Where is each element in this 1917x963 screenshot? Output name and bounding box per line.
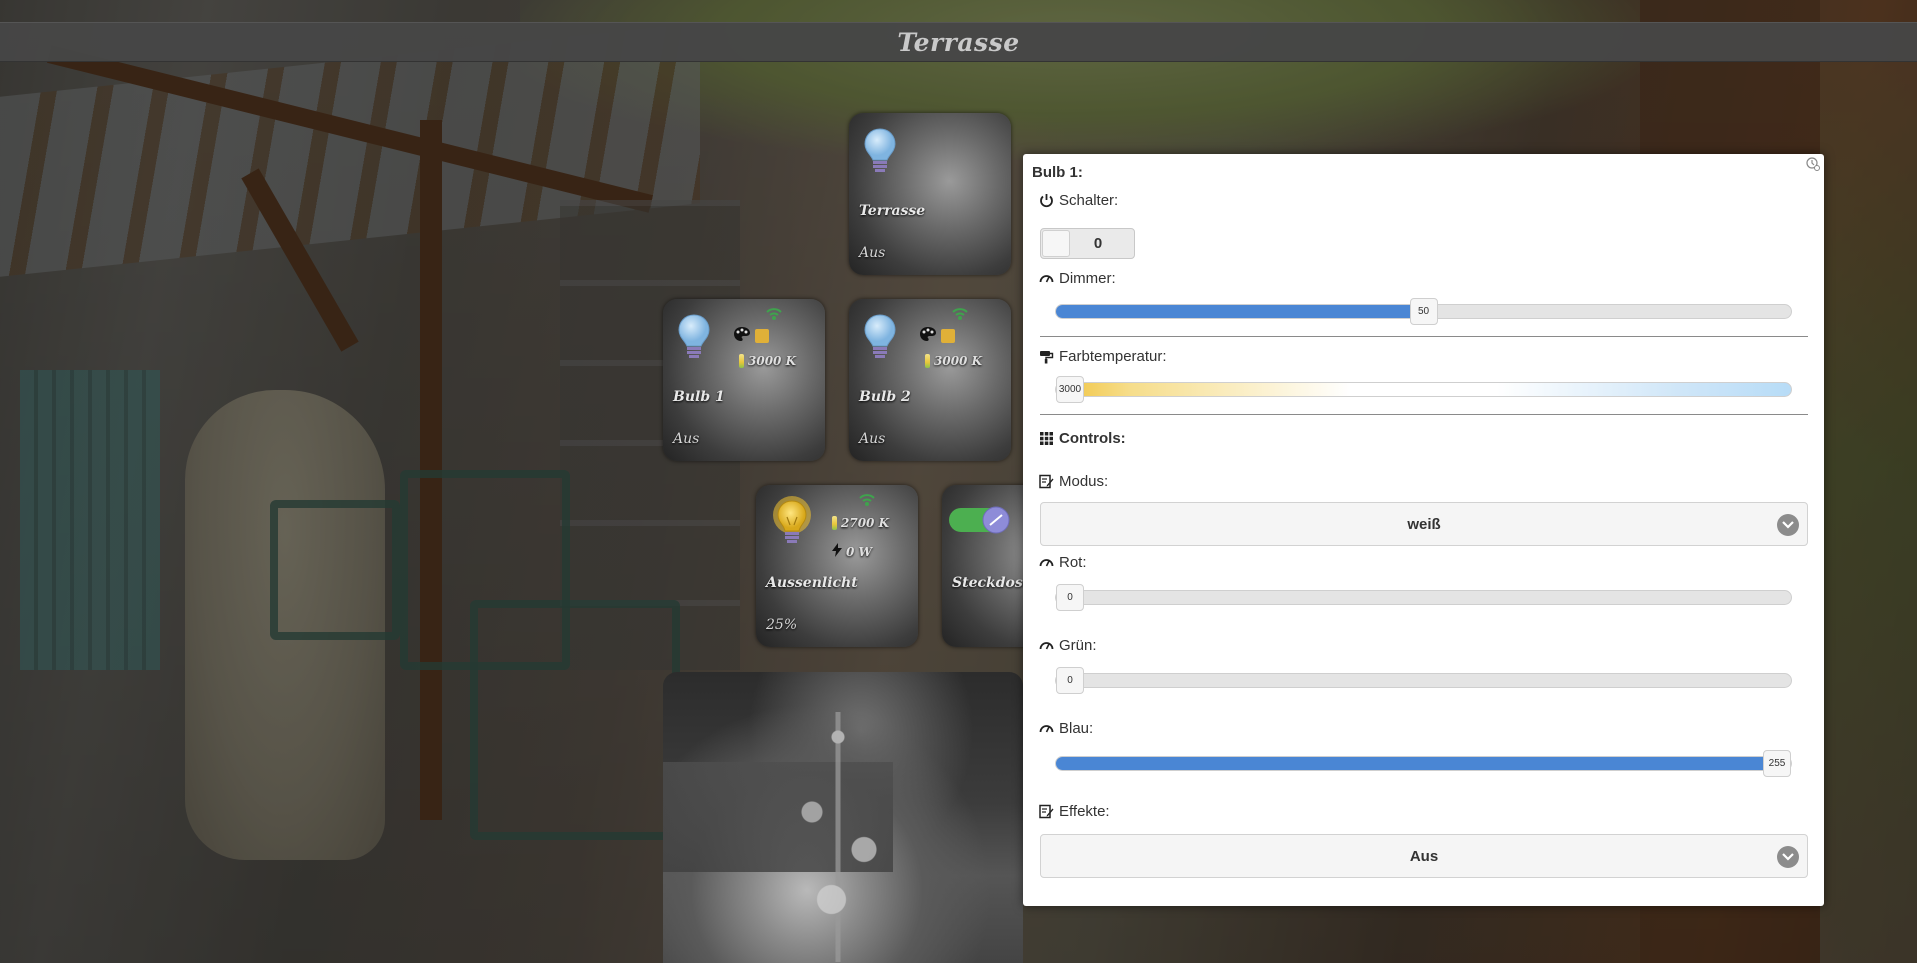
grid-icon xyxy=(1039,431,1054,446)
blau-label: Blau: xyxy=(1059,720,1094,737)
divider xyxy=(1040,414,1808,415)
camera-feed[interactable] xyxy=(663,672,1023,963)
palette-icon xyxy=(733,326,751,345)
gauge-icon xyxy=(1039,271,1054,286)
modus-select[interactable]: weiß xyxy=(1040,502,1808,546)
gauge-icon xyxy=(1039,555,1054,570)
tile-temperature: 3000 K xyxy=(934,354,983,368)
gauge-icon xyxy=(1039,721,1054,736)
color-swatch xyxy=(941,328,955,343)
tile-temperature: 3000 K xyxy=(748,354,797,368)
blau-label-row: Blau: xyxy=(1039,720,1093,737)
close-icon[interactable] xyxy=(1806,157,1820,171)
page-title: Terrasse xyxy=(897,27,1020,57)
effekte-label-row: Effekte: xyxy=(1039,803,1110,820)
slider-fill xyxy=(1056,757,1791,770)
lightning-icon xyxy=(832,543,842,560)
tile-bulb-2[interactable]: 3000 K Bulb 2 Aus xyxy=(849,299,1011,461)
controls-label: Controls: xyxy=(1059,430,1126,447)
gauge-icon xyxy=(1039,638,1054,653)
toggle-switch-icon xyxy=(948,505,1012,540)
rot-label: Rot: xyxy=(1059,554,1087,571)
schalter-switch[interactable]: 0 xyxy=(1040,228,1135,259)
farbtemperatur-slider[interactable]: 3000 xyxy=(1055,376,1792,403)
effekte-select[interactable]: Aus xyxy=(1040,834,1808,878)
lightbulb-off-icon xyxy=(863,313,897,364)
dimmer-slider[interactable]: 50 xyxy=(1055,298,1792,325)
farbtemperatur-label: Farbtemperatur: xyxy=(1059,348,1167,365)
chevron-down-icon[interactable] xyxy=(1777,846,1799,868)
thermometer-icon xyxy=(832,516,837,530)
tile-state: Aus xyxy=(859,245,886,261)
thermometer-icon xyxy=(739,354,744,368)
schalter-label-row: Schalter: xyxy=(1039,192,1118,209)
power-icon xyxy=(1039,193,1054,208)
wifi-icon xyxy=(766,307,782,326)
paint-roller-icon xyxy=(1039,349,1054,364)
tile-temperature: 2700 K xyxy=(841,516,890,530)
edit-icon xyxy=(1039,474,1054,489)
schalter-value: 0 xyxy=(1093,235,1103,252)
slider-handle[interactable]: 0 xyxy=(1056,584,1084,611)
edit-icon xyxy=(1039,804,1054,819)
tile-name: Aussenlicht xyxy=(766,575,858,591)
gruen-slider[interactable]: 0 xyxy=(1055,667,1792,694)
gruen-label: Grün: xyxy=(1059,637,1097,654)
modus-selected: weiß xyxy=(1407,515,1441,533)
tile-state: Aus xyxy=(673,431,700,447)
controls-label-row: Controls: xyxy=(1039,430,1126,447)
blau-slider[interactable]: 255 xyxy=(1055,750,1792,777)
tile-state: Aus xyxy=(859,431,886,447)
modus-label-row: Modus: xyxy=(1039,473,1108,490)
lightbulb-off-icon xyxy=(677,313,711,364)
tile-name: Bulb 2 xyxy=(859,389,911,405)
farbtemperatur-label-row: Farbtemperatur: xyxy=(1039,348,1167,365)
slider-handle[interactable]: 0 xyxy=(1056,667,1084,694)
effekte-selected: Aus xyxy=(1409,847,1439,865)
slider-fill xyxy=(1056,305,1424,318)
effekte-label: Effekte: xyxy=(1059,803,1110,820)
rot-slider[interactable]: 0 xyxy=(1055,584,1792,611)
wifi-icon xyxy=(859,493,875,512)
divider xyxy=(1040,336,1808,337)
lightbulb-off-icon xyxy=(863,127,897,178)
tile-name: Steckdose xyxy=(952,575,1032,591)
wifi-icon xyxy=(952,307,968,326)
tile-aussenlicht[interactable]: 2700 K 0 W Aussenlicht 25% xyxy=(756,485,918,647)
schalter-label: Schalter: xyxy=(1059,192,1119,209)
dialog-title: Bulb 1: xyxy=(1032,164,1083,181)
rot-label-row: Rot: xyxy=(1039,554,1087,571)
palette-icon xyxy=(919,326,937,345)
slider-handle[interactable]: 255 xyxy=(1763,750,1791,777)
slider-handle[interactable]: 3000 xyxy=(1056,376,1084,403)
color-swatch xyxy=(755,328,769,343)
modus-label: Modus: xyxy=(1059,473,1109,490)
slider-handle[interactable]: 50 xyxy=(1409,298,1438,325)
chevron-down-icon[interactable] xyxy=(1777,514,1799,536)
tile-bulb-1[interactable]: 3000 K Bulb 1 Aus xyxy=(663,299,825,461)
tile-terrasse[interactable]: Terrasse Aus xyxy=(849,113,1011,275)
thermometer-icon xyxy=(925,354,930,368)
dimmer-label: Dimmer: xyxy=(1059,270,1116,287)
dimmer-label-row: Dimmer: xyxy=(1039,270,1116,287)
lightbulb-on-icon xyxy=(768,495,816,556)
gruen-label-row: Grün: xyxy=(1039,637,1097,654)
tile-state: 25% xyxy=(766,617,798,633)
tile-power: 0 W xyxy=(846,544,873,559)
switch-knob[interactable] xyxy=(1042,230,1070,257)
header-bar: Terrasse xyxy=(0,22,1917,62)
device-dialog: Bulb 1: Schalter: 0 Dimmer: 50 Farbtempe… xyxy=(1023,154,1824,906)
tile-name: Bulb 1 xyxy=(673,389,725,405)
tile-name: Terrasse xyxy=(859,203,926,219)
